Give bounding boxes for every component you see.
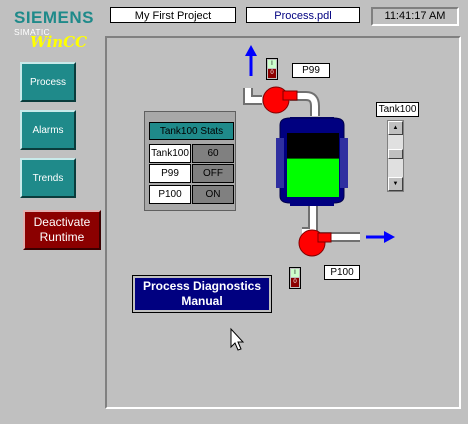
slider-down-button[interactable]: ▼ bbox=[388, 177, 403, 191]
mouse-pointer-icon bbox=[230, 327, 245, 351]
process-diagnostics-button[interactable]: Process Diagnostics Manual bbox=[132, 275, 272, 313]
flow-arrow-up-icon bbox=[245, 45, 257, 76]
toggle-off-indicator: 0 bbox=[291, 278, 299, 287]
flow-arrow-right-icon bbox=[366, 231, 395, 243]
pump-p100-icon[interactable] bbox=[298, 229, 332, 257]
pump-p99-toggle[interactable]: I 0 bbox=[266, 58, 278, 80]
tank-level-fill bbox=[287, 158, 339, 197]
diagnostics-label: Process Diagnostics Manual bbox=[142, 279, 262, 308]
tank100-slider-label: Tank100 bbox=[376, 102, 419, 117]
tank100-slider[interactable]: ▲ ▼ bbox=[387, 120, 404, 192]
pump-p100-label: P100 bbox=[324, 265, 360, 280]
toggle-off-indicator: 0 bbox=[268, 69, 276, 78]
toggle-on-indicator: I bbox=[291, 269, 299, 277]
toggle-on-indicator: I bbox=[268, 60, 276, 68]
process-graphics bbox=[230, 45, 395, 351]
pump-p100-toggle[interactable]: I 0 bbox=[289, 267, 301, 289]
pump-p99-icon[interactable] bbox=[262, 86, 298, 114]
tank-100-icon bbox=[276, 117, 348, 206]
slider-thumb[interactable] bbox=[388, 149, 403, 159]
pump-p99-label: P99 bbox=[292, 63, 330, 78]
slider-up-button[interactable]: ▲ bbox=[388, 121, 403, 135]
